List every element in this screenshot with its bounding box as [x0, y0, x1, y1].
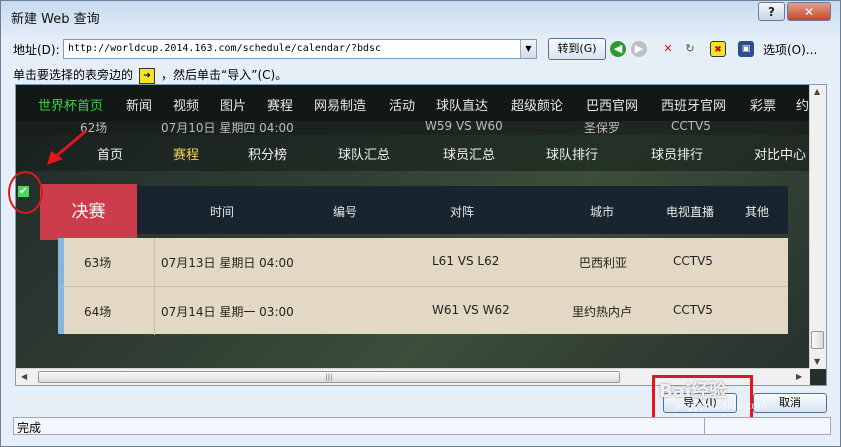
- table-header: 时间 编号 对阵 城市 电视直播 其他: [40, 186, 788, 234]
- save-query-icon[interactable]: ▣: [738, 41, 754, 57]
- column-header: 编号: [333, 205, 358, 219]
- ghost-time: 07月10日 星期四 04:00: [161, 121, 294, 135]
- site-sub-nav: 首页 赛程 积分榜 球队汇总 球员汇总 球队排行 球员排行 对比中心: [16, 135, 811, 171]
- go-button[interactable]: 转到(G): [548, 38, 606, 60]
- cell-match: 64场: [84, 305, 112, 319]
- address-label: 地址(D):: [13, 43, 60, 57]
- help-button[interactable]: ?: [758, 2, 785, 21]
- top-nav-item[interactable]: 西班牙官网: [661, 95, 726, 114]
- sub-nav-item[interactable]: 球队汇总: [338, 144, 390, 163]
- top-nav-item[interactable]: 视频: [173, 95, 199, 114]
- scroll-down-icon[interactable]: ▼: [814, 357, 820, 366]
- ghost-tv: CCTV5: [671, 119, 711, 133]
- address-input[interactable]: http://worldcup.2014.163.com/schedule/ca…: [63, 39, 537, 59]
- options-button[interactable]: 选项(O)...: [763, 41, 817, 58]
- title-bar: 新建 Web 查询 ? ✕: [1, 1, 840, 31]
- scroll-right-icon[interactable]: ▶: [796, 372, 802, 381]
- dialog-title: 新建 Web 查询: [11, 12, 100, 27]
- cell-teams: L61 VS L62: [432, 254, 500, 268]
- cell-city: 里约热内卢: [572, 305, 633, 319]
- stage-tab: 决赛: [40, 184, 137, 240]
- annotation-box: [652, 375, 753, 420]
- column-header: 电视直播: [666, 205, 715, 219]
- top-nav-item[interactable]: 世界杯首页: [38, 95, 103, 114]
- cell-teams: W61 VS W62: [432, 303, 510, 317]
- top-nav-item[interactable]: 网易制造: [314, 95, 366, 114]
- table-row: 63场 07月13日 星期日 04:00 L61 VS L62 巴西利亚 CCT…: [58, 238, 788, 286]
- instruction-before: 单击要选择的表旁边的: [13, 68, 134, 82]
- top-nav-item[interactable]: 超级颜论: [511, 95, 563, 114]
- top-nav-item[interactable]: 巴西官网: [586, 95, 638, 114]
- background-row: 62场 07月10日 星期四 04:00 W59 VS W60 圣保罗 CCTV…: [16, 119, 811, 135]
- column-header: 其他: [745, 205, 770, 219]
- sub-nav-item-active[interactable]: 赛程: [173, 144, 199, 163]
- column-header: 时间: [210, 205, 235, 219]
- scroll-up-icon[interactable]: ▲: [814, 87, 820, 96]
- top-nav-item[interactable]: 彩票: [750, 95, 776, 114]
- top-nav-item[interactable]: 球队直达: [436, 95, 488, 114]
- web-preview-pane[interactable]: 世界杯首页 新闻 视频 图片 赛程 网易制造 活动 球队直达 超级颜论 巴西官网…: [15, 84, 827, 386]
- select-arrow-icon: ➔: [139, 67, 156, 84]
- cell-match: 63场: [84, 256, 112, 270]
- sub-nav-item[interactable]: 球员排行: [651, 144, 703, 163]
- scroll-left-icon[interactable]: ◀: [21, 372, 27, 381]
- table-select-checkbox[interactable]: ✔: [17, 185, 30, 198]
- sub-nav-item[interactable]: 球员汇总: [443, 144, 495, 163]
- hide-icons-icon[interactable]: ✖: [710, 41, 726, 57]
- sub-nav-item[interactable]: 对比中心: [754, 144, 806, 163]
- cell-time: 07月13日 星期日 04:00: [161, 256, 294, 270]
- row-divider: [154, 238, 155, 286]
- web-query-dialog: 新建 Web 查询 ? ✕ 地址(D): http://worldcup.201…: [0, 0, 841, 447]
- table-row: 64场 07月14日 星期一 03:00 W61 VS W62 里约热内卢 CC…: [58, 286, 788, 335]
- status-bar: 完成: [13, 417, 831, 435]
- cell-time: 07月14日 星期一 03:00: [161, 305, 294, 319]
- address-dropdown-button[interactable]: ▼: [520, 40, 536, 58]
- vertical-scrollbar[interactable]: ▲ ▼: [809, 85, 826, 369]
- horizontal-scroll-thumb[interactable]: |||: [38, 371, 620, 383]
- annotation-arrow-icon: [47, 129, 87, 165]
- sub-nav-item[interactable]: 积分榜: [248, 144, 287, 163]
- ghost-teams: W59 VS W60: [425, 119, 503, 133]
- top-nav-item[interactable]: 新闻: [126, 95, 152, 114]
- status-text: 完成: [17, 421, 42, 435]
- cell-city: 巴西利亚: [579, 256, 628, 270]
- back-icon[interactable]: ◀: [610, 41, 626, 57]
- sub-nav-item[interactable]: 球队排行: [546, 144, 598, 163]
- instruction-after: ，然后单击“导入”(C)。: [161, 68, 288, 82]
- instruction-text: 单击要选择的表旁边的 ➔ ，然后单击“导入”(C)。: [13, 66, 287, 84]
- site-top-nav: 世界杯首页 新闻 视频 图片 赛程 网易制造 活动 球队直达 超级颜论 巴西官网…: [16, 85, 811, 121]
- status-divider: [704, 418, 705, 434]
- cell-tv: CCTV5: [673, 303, 713, 317]
- top-nav-item[interactable]: 活动: [389, 95, 415, 114]
- close-button[interactable]: ✕: [787, 2, 831, 21]
- top-nav-item[interactable]: 赛程: [267, 95, 293, 114]
- cancel-button[interactable]: 取消: [753, 393, 827, 413]
- ghost-city: 圣保罗: [584, 121, 621, 135]
- column-header: 对阵: [450, 205, 475, 219]
- address-row: 地址(D): http://worldcup.2014.163.com/sche…: [13, 38, 833, 61]
- refresh-icon[interactable]: ↻: [682, 41, 698, 57]
- forward-icon[interactable]: ▶: [631, 41, 647, 57]
- cell-tv: CCTV5: [673, 254, 713, 268]
- vertical-scroll-thumb[interactable]: [811, 331, 824, 349]
- row-divider: [154, 287, 155, 335]
- top-nav-item[interactable]: 约: [796, 95, 809, 114]
- stop-icon[interactable]: ✕: [660, 41, 676, 57]
- column-header: 城市: [590, 205, 615, 219]
- top-nav-item[interactable]: 图片: [220, 95, 246, 114]
